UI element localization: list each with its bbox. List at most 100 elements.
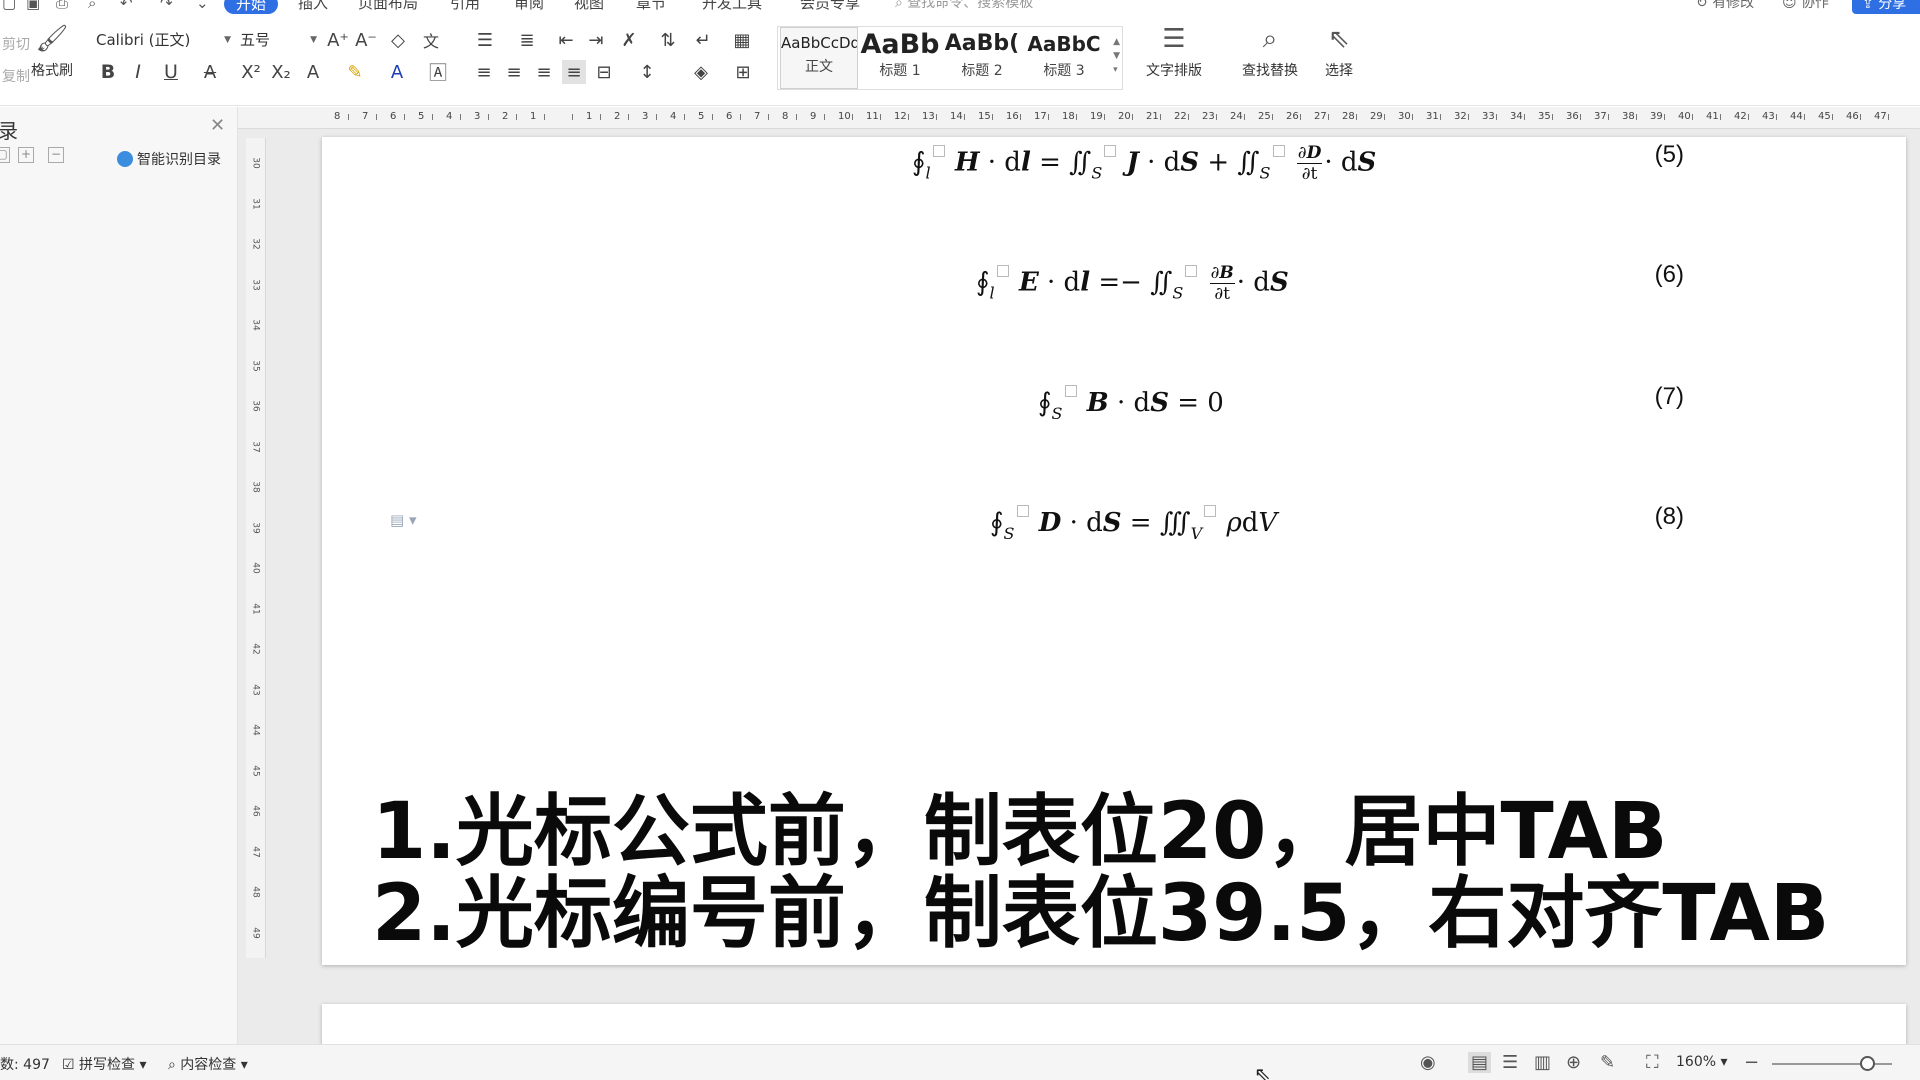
expand-icon[interactable]: + — [18, 147, 34, 163]
select-button[interactable]: ⇖ 选择 — [1314, 24, 1364, 80]
grow-font-icon[interactable]: A⁺ — [326, 28, 350, 52]
save-icon[interactable]: ▢ — [2, 0, 16, 12]
highlight-icon[interactable]: ✎ — [340, 60, 370, 84]
paste-options-icon[interactable]: ▤ ▾ — [390, 511, 416, 529]
style-heading-3[interactable]: AaBbC 标题 3 — [1024, 27, 1104, 89]
gallery-scroll-icon[interactable]: ▲ ▼ ▾ — [1113, 35, 1120, 77]
increase-indent-icon[interactable]: ⇥ — [584, 28, 608, 52]
collapse-icon[interactable]: − — [48, 147, 64, 163]
tab-ruler-icon[interactable]: ▦ — [728, 28, 756, 52]
zoom-level[interactable]: 160% ▾ — [1676, 1054, 1728, 1070]
redo-icon[interactable]: ↷ — [160, 0, 173, 12]
ruler-minor-tick — [1496, 114, 1497, 120]
export-icon[interactable]: ▣ — [26, 0, 40, 12]
copy-button[interactable]: 复制 — [2, 66, 30, 86]
tab-member[interactable]: 会员专享 — [800, 0, 860, 13]
bold-icon[interactable]: B — [96, 60, 120, 84]
fit-page-icon[interactable]: ⛶ — [1646, 1052, 1659, 1073]
equation[interactable]: ∮l E · dl =− ∬S ∂B ∂t · dS — [976, 263, 1289, 304]
tab-section[interactable]: 章节 — [636, 0, 666, 13]
equation[interactable]: ∮S B · dS = 0 — [1038, 385, 1224, 423]
style-heading-2[interactable]: AaBb( 标题 2 — [942, 27, 1022, 89]
sort-icon[interactable]: ⇅ — [656, 28, 680, 52]
borders-icon[interactable]: ⊞ — [728, 60, 758, 84]
ruler-minor-tick — [1272, 114, 1273, 120]
format-painter-button[interactable]: 🖌 格式刷 — [28, 24, 76, 80]
text-effect-icon[interactable]: A — [300, 60, 326, 84]
page-view-icon[interactable]: ▤ — [1468, 1052, 1492, 1073]
clear-format-icon[interactable]: ◇ — [386, 28, 410, 52]
print-preview-icon[interactable]: ⌕ — [88, 0, 96, 12]
ruler-tick-label: 2 — [614, 111, 621, 122]
equation[interactable]: ∮l H · dl = ∬S J · dS + ∬S ∂D ∂t · dS — [912, 143, 1376, 184]
cut-button[interactable]: 剪切 — [2, 34, 30, 54]
zoom-slider-knob[interactable] — [1860, 1056, 1875, 1071]
zoom-out-icon[interactable]: − — [1744, 1052, 1759, 1073]
numbered-list-icon[interactable]: ≣ — [512, 28, 542, 52]
tab-view[interactable]: 视图 — [574, 0, 604, 13]
justify-icon[interactable]: ≡ — [562, 60, 586, 84]
ruler-tick-label: 15 — [978, 111, 991, 122]
reading-view-icon[interactable]: ▥ — [1534, 1052, 1551, 1073]
equation-row[interactable]: ∮S B · dS = 0 (7) — [322, 379, 1906, 439]
line-spacing-icon[interactable]: ↕ — [632, 60, 662, 84]
horizontal-ruler[interactable]: 8 7 6 5 4 3 2 1 1 2 3 4 5 6 7 8 9 10 11 12 13 14 15 16 17 18 19 20 2… — [238, 107, 1920, 129]
equation[interactable]: ∮S D · dS = ∭V ρdV — [990, 505, 1277, 543]
font-color-icon[interactable]: A — [382, 60, 412, 84]
ruler-tick-label: 12 — [894, 111, 907, 122]
bullet-list-icon[interactable]: ☰ — [470, 28, 500, 52]
eye-protection-icon[interactable]: ◉ — [1420, 1052, 1436, 1073]
share-button[interactable]: ⇪ 分享 — [1852, 0, 1920, 14]
equation-row[interactable]: ∮l E · dl =− ∬S ∂B ∂t · dS (6) — [322, 257, 1906, 317]
subscript-icon[interactable]: X₂ — [268, 60, 294, 84]
write-view-icon[interactable]: ✎ — [1600, 1052, 1615, 1073]
text-layout-button[interactable]: ☰ 文字排版 — [1138, 24, 1210, 80]
has-changes-button[interactable]: ↻ 有修改 — [1696, 0, 1754, 12]
char-border-icon[interactable]: 🄰 — [426, 60, 450, 84]
show-marks-icon[interactable]: ↵ — [688, 28, 718, 52]
tab-developer[interactable]: 开发工具 — [702, 0, 762, 13]
document-page[interactable]: ∮l H · dl = ∬S J · dS + ∬S ∂D ∂t · dS (5) … — [322, 137, 1906, 965]
tab-insert[interactable]: 插入 — [298, 0, 328, 13]
print-icon[interactable]: ⎙ — [56, 0, 68, 12]
font-name-select[interactable]: Calibri (正文) ▼ — [92, 28, 234, 52]
font-size-select[interactable]: 五号 ▼ — [236, 28, 320, 52]
nav-options-icon[interactable]: ▢ — [0, 147, 10, 163]
smart-toc-button[interactable]: 智能识别目录 — [117, 149, 221, 169]
command-search[interactable]: ⌕ 查找命令、搜索模板 — [895, 0, 1033, 12]
distributed-icon[interactable]: ⊟ — [592, 60, 616, 84]
web-view-icon[interactable]: ⊕ — [1566, 1052, 1581, 1073]
align-left-icon[interactable]: ≡ — [472, 60, 496, 84]
equation-row[interactable]: ∮l H · dl = ∬S J · dS + ∬S ∂D ∂t · dS (5) — [322, 137, 1906, 197]
underline-icon[interactable]: U — [156, 60, 186, 84]
collaborate-button[interactable]: ☺ 协作 — [1782, 0, 1829, 12]
style-heading-1[interactable]: AaBb 标题 1 — [860, 27, 940, 89]
style-normal[interactable]: AaBbCcDd 正文 — [780, 27, 858, 89]
ruler-tick-label: 26 — [1286, 111, 1299, 122]
undo-icon[interactable]: ↶ — [120, 0, 133, 12]
word-count[interactable]: 数: 497 — [0, 1054, 50, 1074]
tab-page-layout[interactable]: 页面布局 — [358, 0, 418, 13]
text-layout-icon: ☰ — [1162, 24, 1186, 54]
outline-view-icon[interactable]: ☰ — [1502, 1052, 1518, 1073]
tab-home[interactable]: 开始 — [224, 0, 279, 14]
find-replace-button[interactable]: ⌕ 查找替换 — [1232, 24, 1308, 80]
chinese-layout-icon[interactable]: ✗ — [614, 28, 644, 52]
strikethrough-icon[interactable]: A — [196, 60, 224, 84]
content-check-button[interactable]: ⌕ 内容检查 ▾ — [168, 1054, 248, 1074]
decrease-indent-icon[interactable]: ⇤ — [554, 28, 578, 52]
close-icon[interactable]: ✕ — [210, 115, 225, 136]
align-right-icon[interactable]: ≡ — [532, 60, 556, 84]
spell-check-button[interactable]: ☑ 拼写检查 ▾ — [62, 1054, 147, 1074]
superscript-icon[interactable]: X² — [238, 60, 264, 84]
quick-access-dropdown-icon[interactable]: ⌄ — [196, 0, 209, 12]
tab-references[interactable]: 引用 — [450, 0, 480, 13]
shading-icon[interactable]: ◈ — [686, 60, 716, 84]
tab-review[interactable]: 审阅 — [514, 0, 544, 13]
italic-icon[interactable]: I — [126, 60, 150, 84]
shrink-font-icon[interactable]: A⁻ — [354, 28, 378, 52]
vertical-ruler[interactable]: 30 31 32 33 34 35 36 37 38 39 40 41 42 43 44 45 46 47 48 49 — [246, 138, 266, 958]
align-center-icon[interactable]: ≡ — [502, 60, 526, 84]
equation-row[interactable]: ∮S D · dS = ∭V ρdV (8) — [322, 499, 1906, 559]
phonetic-guide-icon[interactable]: 文 — [416, 28, 446, 52]
